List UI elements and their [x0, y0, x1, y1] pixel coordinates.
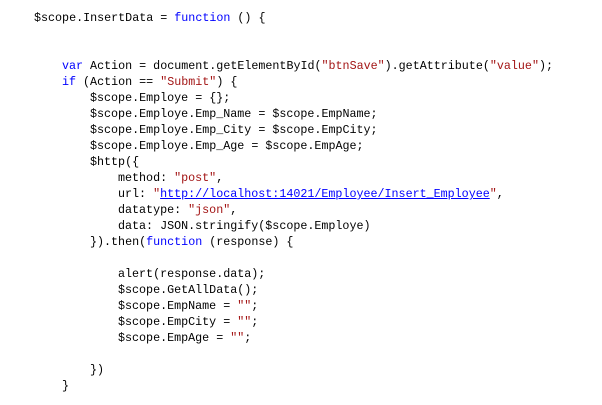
code-line: $scope.Employe.Emp_Name = $scope.EmpName… — [34, 106, 553, 122]
string-token: "Submit" — [160, 75, 217, 89]
string-token: " — [489, 187, 497, 201]
code-line: }) — [34, 362, 553, 378]
keyword-token: var — [62, 59, 84, 73]
code-token: method: — [118, 171, 175, 185]
code-token: $scope.EmpAge = — [118, 331, 231, 345]
code-line: $scope.EmpCity = ""; — [34, 314, 553, 330]
code-token: alert(response.data); — [118, 267, 266, 281]
code-line: $scope.Employe.Emp_City = $scope.EmpCity… — [34, 122, 553, 138]
code-token: }).then( — [90, 235, 147, 249]
code-token: () { — [230, 11, 266, 25]
keyword-token: if — [62, 75, 77, 89]
string-token: "json" — [188, 203, 231, 217]
code-line: if (Action == "Submit") { — [34, 74, 553, 90]
code-token: $scope.EmpCity = — [118, 315, 238, 329]
keyword-token: function — [146, 235, 203, 249]
code-line: $http({ — [34, 154, 553, 170]
code-token: }) — [90, 363, 105, 377]
code-line: } — [34, 378, 553, 394]
string-token: "value" — [489, 59, 539, 73]
code-token: ); — [538, 59, 553, 73]
code-line: $scope.EmpName = ""; — [34, 298, 553, 314]
code-line: $scope.Employe = {}; — [34, 90, 553, 106]
string-token: "btnSave" — [321, 59, 385, 73]
string-token: "" — [230, 331, 245, 345]
code-line: $scope.Employe.Emp_Age = $scope.EmpAge; — [34, 138, 553, 154]
code-line: url: "http://localhost:14021/Employee/In… — [34, 186, 553, 202]
code-snippet: $scope.InsertData = function () { var Act… — [34, 10, 553, 394]
code-token: $scope.Employe = {}; — [90, 91, 231, 105]
keyword-token: function — [174, 11, 231, 25]
code-token: , — [216, 171, 224, 185]
code-token: ) { — [216, 75, 238, 89]
string-token: "" — [237, 299, 252, 313]
code-token: ).getAttribute( — [384, 59, 490, 73]
code-token: $scope.Employe.Emp_Name = $scope.EmpName… — [90, 107, 378, 121]
code-line: $scope.InsertData = function () { — [34, 10, 553, 26]
code-token: , — [496, 187, 504, 201]
code-line: var Action = document.getElementById("bt… — [34, 58, 553, 74]
code-token: ; — [244, 331, 252, 345]
code-token: (Action == — [76, 75, 161, 89]
code-line: method: "post", — [34, 170, 553, 186]
code-line: datatype: "json", — [34, 202, 553, 218]
code-token: $scope.EmpName = — [118, 299, 238, 313]
code-token: Action = document.getElementById( — [83, 59, 322, 73]
code-token: , — [230, 203, 238, 217]
code-token: } — [62, 379, 70, 393]
code-token: $http({ — [90, 155, 140, 169]
code-line: $scope.GetAllData(); — [34, 282, 553, 298]
code-token: ; — [251, 315, 259, 329]
code-token: (response) { — [202, 235, 294, 249]
code-token: $scope.InsertData = — [34, 11, 175, 25]
code-line: data: JSON.stringify($scope.Employe) — [34, 218, 553, 234]
code-line: }).then(function (response) { — [34, 234, 553, 250]
code-token: data: JSON.stringify($scope.Employe) — [118, 219, 371, 233]
code-token: ; — [251, 299, 259, 313]
string-token: "" — [237, 315, 252, 329]
string-token: "post" — [174, 171, 217, 185]
code-line: $scope.EmpAge = ""; — [34, 330, 553, 346]
code-token: url: — [118, 187, 154, 201]
code-token: $scope.Employe.Emp_City = $scope.EmpCity… — [90, 123, 378, 137]
code-line: alert(response.data); — [34, 266, 553, 282]
code-token: $scope.GetAllData(); — [118, 283, 259, 297]
code-token: $scope.Employe.Emp_Age = $scope.EmpAge; — [90, 139, 364, 153]
code-token: datatype: — [118, 203, 189, 217]
url-link[interactable]: http://localhost:14021/Employee/Insert_E… — [160, 187, 490, 201]
